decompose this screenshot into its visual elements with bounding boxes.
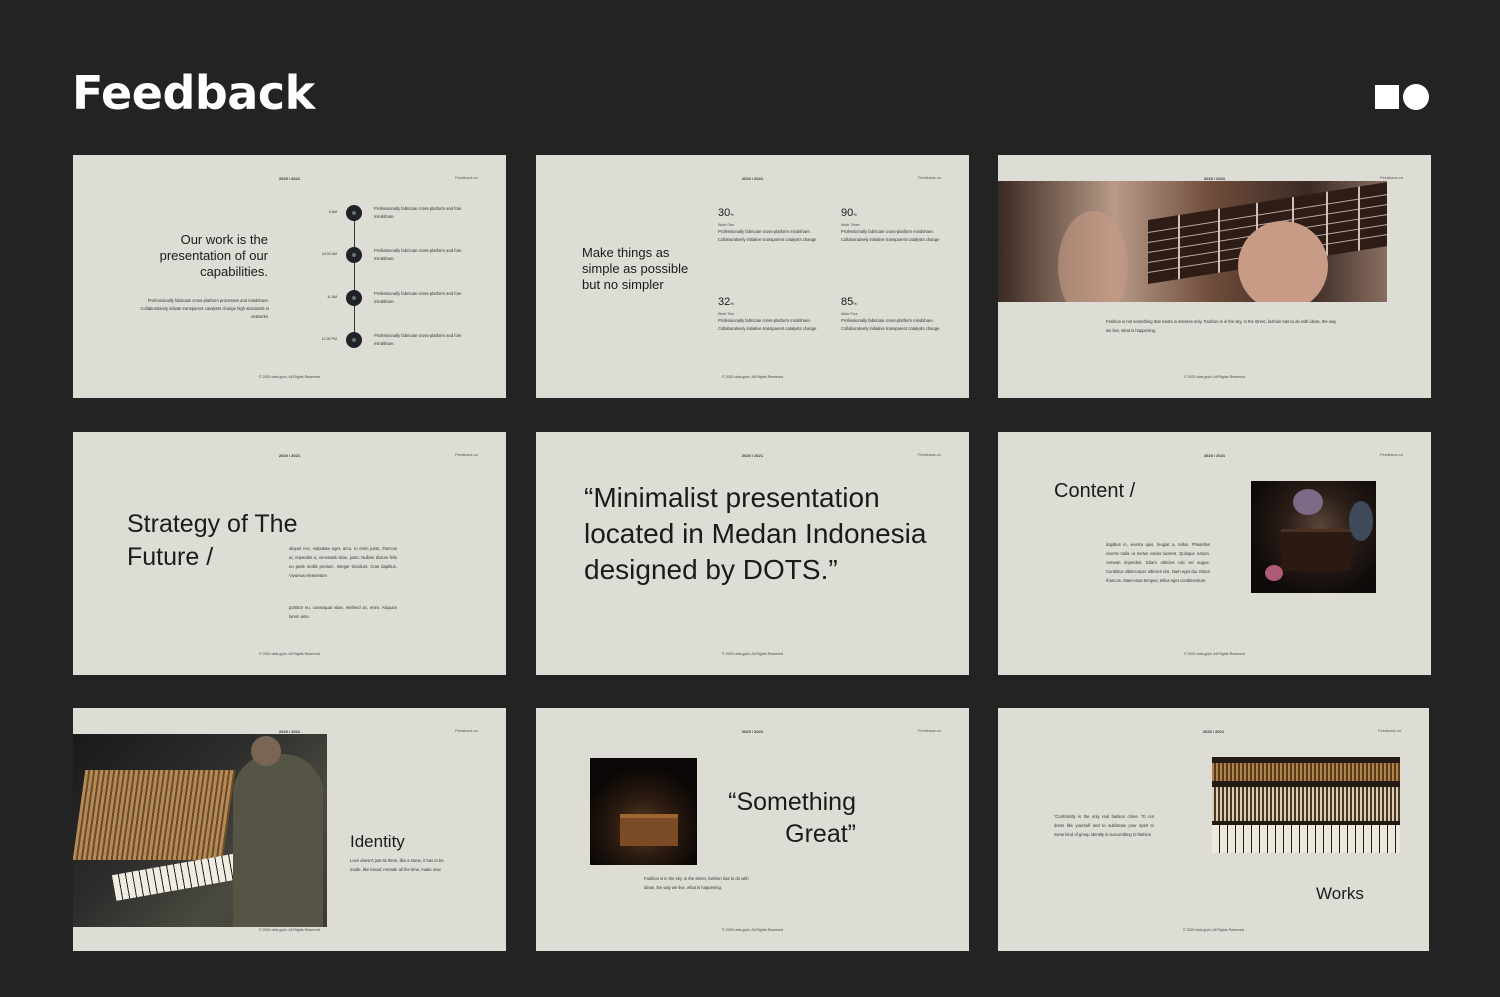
timeline-item: 10:30 AM Professionally fabricate cross-… <box>303 245 503 265</box>
guitar-photo <box>998 181 1387 302</box>
slide-footer: © 2020 dots grph. All Rights Reserved <box>722 652 783 656</box>
stat-block: 30% Work One Professionally fabricate cr… <box>718 207 818 244</box>
piano-tuner-photo <box>73 734 327 927</box>
slide-footer: © 2020 dots grph. All Rights Reserved <box>1184 375 1245 379</box>
stat-block: 85% Work Four Professionally fabricate c… <box>841 296 941 333</box>
logo-circle-icon <box>1403 84 1429 110</box>
slide-year: 2020 / 2021 <box>278 453 301 458</box>
slide-brand: Feedback.co <box>918 175 941 180</box>
slide-footer: © 2020 dots grph. All Rights Reserved <box>1183 928 1244 932</box>
slide-headline: Works <box>1316 884 1364 903</box>
slide-quote: “Something Great” <box>728 788 856 848</box>
slide-brand: Feedback.co <box>455 175 478 180</box>
piano-spotlight-photo <box>590 758 697 865</box>
brand-logo <box>1375 84 1431 110</box>
stat-value: 90% <box>841 207 857 219</box>
slide-body-text: dapibus in, viverra quis, feugiat a, tel… <box>1106 542 1210 583</box>
timeline-item: 12:30 PM Professionally fabricate cross-… <box>303 330 503 350</box>
timeline-dot-icon <box>346 247 362 263</box>
slide-thumbnail-6[interactable]: 2020 / 2021 Feedback.co Content / dapibu… <box>998 432 1431 675</box>
slide-body-text: Fashion is not something that exists in … <box>1106 319 1337 333</box>
slide-year: 2020 / 2021 <box>1203 453 1226 458</box>
timeline-dot-icon <box>346 290 362 306</box>
slide-thumbnail-4[interactable]: 2020 / 2021 Feedback.co Strategy of The … <box>73 432 506 675</box>
slide-footer: © 2020 dots grph. All Rights Reserved <box>259 375 320 379</box>
stat-block: 32% Work Two Professionally fabricate cr… <box>718 296 818 333</box>
slide-footer: © 2020 dots grph. All Rights Reserved <box>722 375 783 379</box>
timeline-item: 11 AM Professionally fabricate cross-pla… <box>303 288 503 308</box>
timeline-line <box>354 213 355 341</box>
slide-body-text: Love doesn't just sit there, like a ston… <box>350 858 444 872</box>
timeline-time: 10:30 AM <box>321 252 337 256</box>
slide-year: 2020 / 2021 <box>741 729 764 734</box>
slide-year: 2020 / 2021 <box>741 453 764 458</box>
slide-headline: Identity <box>350 832 405 851</box>
timeline-text: Professionally fabricate cross-platform … <box>374 248 462 261</box>
slide-body-text: porttitor eu, consequat vitae, eleifend … <box>289 605 397 619</box>
stat-text: Professionally fabricate cross-platform … <box>718 318 817 331</box>
slide-thumbnail-2[interactable]: 2020 / 2021 Feedback.co Make things as s… <box>536 155 969 398</box>
slide-brand: Feedback.co <box>1380 175 1403 180</box>
slide-body-text: aliquet nec, vulputate eget, arcu. In en… <box>289 546 397 578</box>
timeline-text: Professionally fabricate cross-platform … <box>374 333 462 346</box>
stat-label: Work One <box>718 223 735 227</box>
slide-brand: Feedback.co <box>918 452 941 457</box>
stat-label: Work Three <box>841 223 860 227</box>
slide-brand: Feedback.co <box>918 728 941 733</box>
slide-thumbnail-3[interactable]: 2020 / 2021 Feedback.co Fashion is not s… <box>998 155 1431 398</box>
slide-quote: “Minimalist presentation located in Meda… <box>584 482 927 585</box>
timeline-time: 9 AM <box>328 210 337 214</box>
stat-value: 85% <box>841 296 857 308</box>
slide-thumbnail-1[interactable]: 2020 / 2021 Feedback.co Our work is the … <box>73 155 506 398</box>
slide-body-text: Fashion is in the sky, in the street, fa… <box>644 876 749 890</box>
slide-footer: © 2020 dots grph. All Rights Reserved <box>259 928 320 932</box>
slide-year: 2020 / 2021 <box>1202 729 1225 734</box>
slide-brand: Feedback.co <box>1380 452 1403 457</box>
slide-thumbnail-5[interactable]: 2020 / 2021 Feedback.co “Minimalist pres… <box>536 432 969 675</box>
slide-headline: Make things as simple as possible but no… <box>582 245 689 292</box>
slide-brand: Feedback.co <box>455 728 478 733</box>
slide-headline: Content / <box>1054 480 1136 502</box>
stat-block: 90% Work Three Professionally fabricate … <box>841 207 941 244</box>
slide-brand: Feedback.co <box>455 452 478 457</box>
slide-year: 2020 / 2021 <box>278 176 301 181</box>
stat-text: Professionally fabricate cross-platform … <box>841 318 940 331</box>
timeline-item: 9 AM Professionally fabricate cross-plat… <box>303 203 503 223</box>
slide-brand: Feedback.co <box>1378 728 1401 733</box>
stat-value: 32% <box>718 296 734 308</box>
timeline-time: 12:30 PM <box>321 337 337 341</box>
stat-text: Professionally fabricate cross-platform … <box>841 229 940 242</box>
timeline-text: Professionally fabricate cross-platform … <box>374 206 462 219</box>
slide-footer: © 2020 dots grph. All Rights Reserved <box>1184 652 1245 656</box>
timeline-dot-icon <box>346 205 362 221</box>
stat-value: 30% <box>718 207 734 219</box>
slide-quote: “Conformity is the only real fashion cri… <box>1054 814 1154 837</box>
stat-text: Professionally fabricate cross-platform … <box>718 229 817 242</box>
timeline-dot-icon <box>346 332 362 348</box>
slide-body-text: Professionally fabricate cross-platform … <box>140 298 270 319</box>
timeline-text: Professionally fabricate cross-platform … <box>374 291 462 304</box>
page-title: Feedback <box>72 66 315 120</box>
slide-thumbnail-9[interactable]: 2020 / 2021 Feedback.co “Conformity is t… <box>998 708 1429 951</box>
stat-label: Work Two <box>718 312 734 316</box>
timeline-time: 11 AM <box>327 295 337 299</box>
slide-headline: Our work is the presentation of our capa… <box>159 232 268 279</box>
stat-label: Work Four <box>841 312 858 316</box>
logo-square-icon <box>1375 85 1399 109</box>
piano-interior-photo <box>1212 757 1400 853</box>
slide-footer: © 2020 dots grph. All Rights Reserved <box>722 928 783 932</box>
slide-footer: © 2020 dots grph. All Rights Reserved <box>259 652 320 656</box>
piano-with-flowers-photo <box>1251 481 1376 593</box>
slide-thumbnail-7[interactable]: 2020 / 2021 Feedback.co Identity Love do… <box>73 708 506 951</box>
slide-year: 2020 / 2021 <box>741 176 764 181</box>
slide-thumbnail-8[interactable]: 2020 / 2021 Feedback.co “Something Great… <box>536 708 969 951</box>
